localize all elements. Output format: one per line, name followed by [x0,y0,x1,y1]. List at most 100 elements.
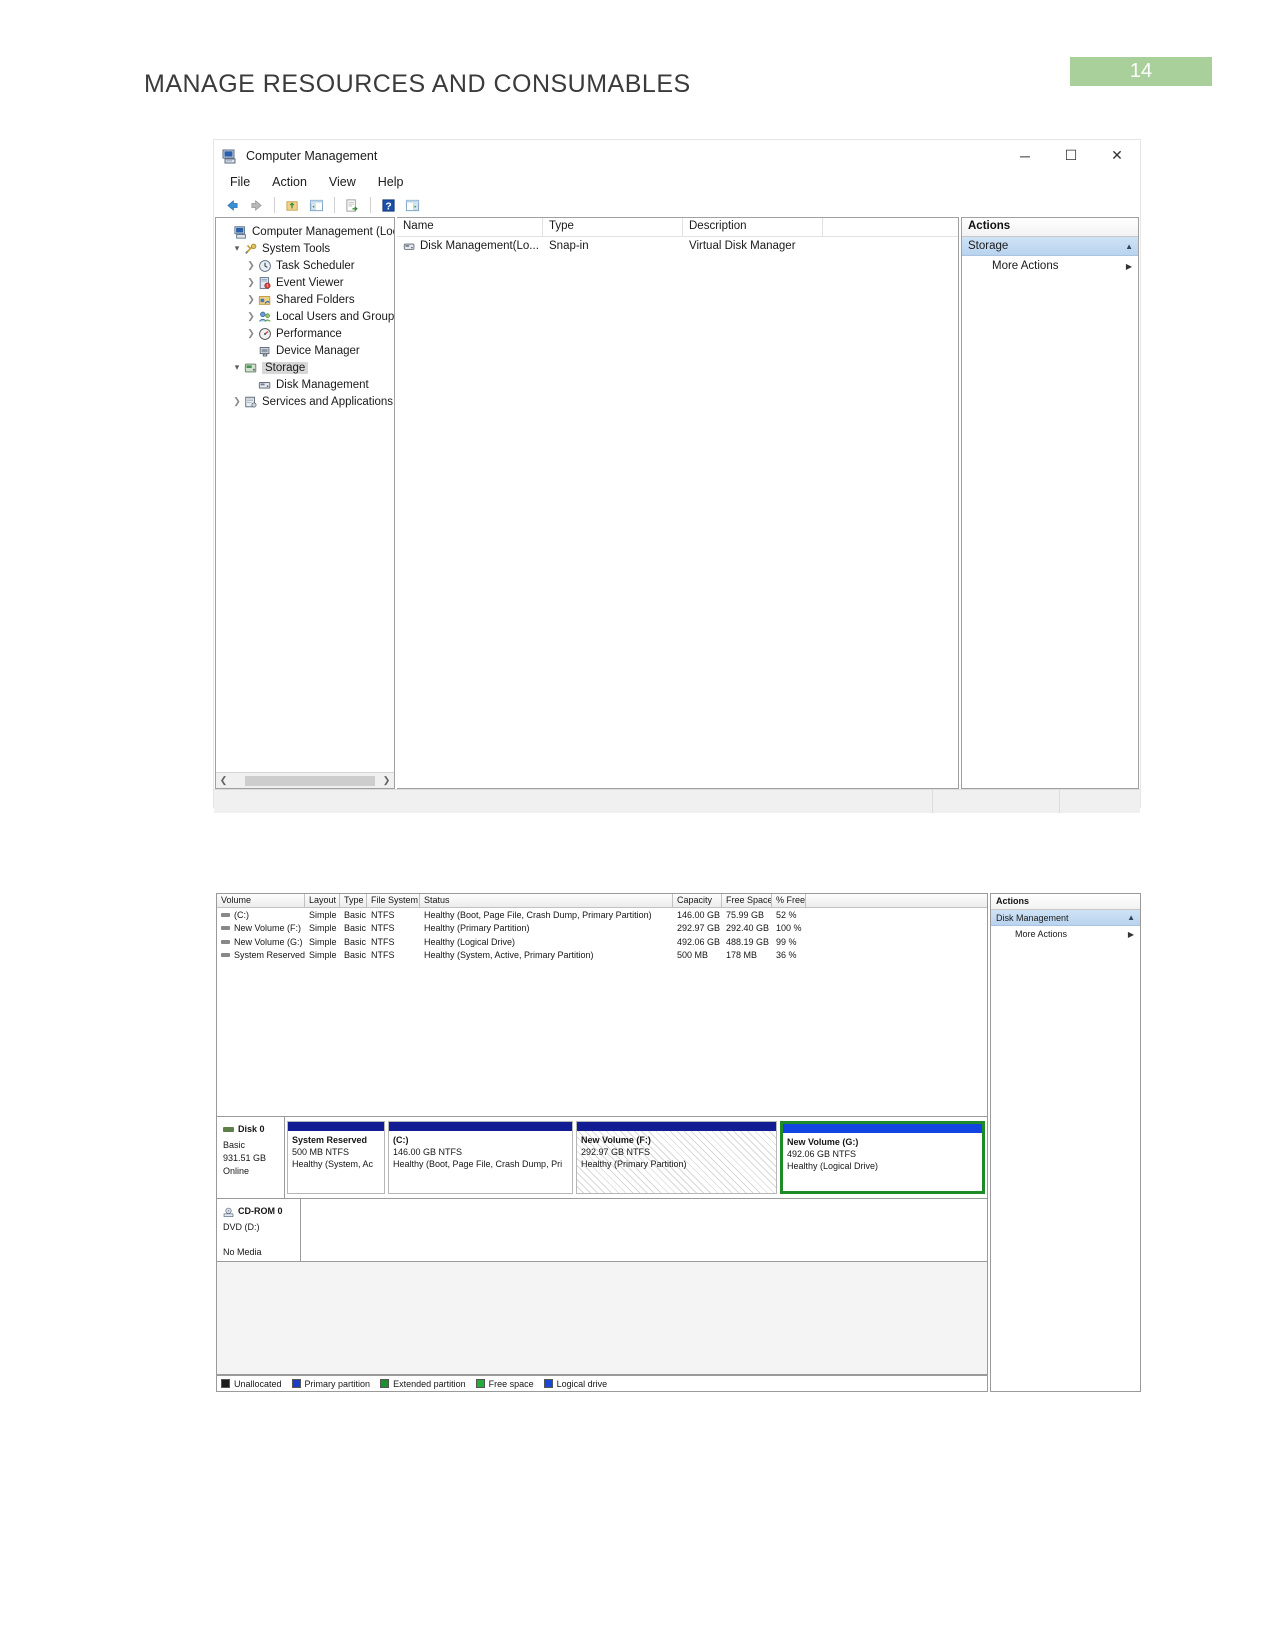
menu-item-help[interactable]: Help [378,175,404,189]
list-item[interactable]: Disk Management(Lo... Snap-in Virtual Di… [397,237,958,255]
list-item-name: Disk Management(Lo... [420,240,539,252]
chevron-right-icon[interactable]: ❯ [244,260,258,271]
actions-pane: Actions Storage ▲ More Actions ▶ [961,217,1139,789]
menu-bar: File Action View Help [214,171,1140,193]
tree-item-local-users-and-groups[interactable]: ❯ Local Users and Groups [220,308,394,325]
partition-c[interactable]: (C:) 146.00 GB NTFS Healthy (Boot, Page … [388,1121,573,1194]
tree-item-label: System Tools [262,242,331,255]
help-icon[interactable]: ? [378,195,399,215]
column-header-percent-free[interactable]: % Free [772,894,806,907]
tree-horizontal-scrollbar[interactable]: ❮ ❯ [216,772,394,788]
cell-status: Healthy (Boot, Page File, Crash Dump, Pr… [424,909,652,920]
partition-f[interactable]: New Volume (F:) 292.97 GB NTFS Healthy (… [576,1121,777,1194]
scroll-left-icon[interactable]: ❮ [216,775,231,786]
disk-info-disk0[interactable]: Disk 0 Basic 931.51 GB Online [217,1117,285,1198]
column-header-file-system[interactable]: File System [367,894,420,907]
disk-row-disk0[interactable]: Disk 0 Basic 931.51 GB Online System Res… [217,1117,987,1199]
chevron-down-icon[interactable]: ▾ [230,243,244,254]
tree-item-disk-management[interactable]: Disk Management [220,376,394,393]
column-header-type[interactable]: Type [543,218,683,237]
tree-item-computer-management[interactable]: Computer Management (Local [220,223,394,240]
window-body: Computer Management (Local ▾ System Tool… [214,217,1140,789]
storage-icon [244,361,258,375]
tree-item-label: Task Scheduler [276,259,355,272]
disk-type: Basic [223,1140,246,1150]
menu-item-view[interactable]: View [329,175,356,189]
disk-info-cdrom0[interactable]: CD-ROM 0 DVD (D:) No Media [217,1199,301,1261]
shared-folder-icon [258,293,272,307]
scroll-right-icon[interactable]: ❯ [379,775,394,786]
tree-item-label: Device Manager [276,344,360,357]
tree-item-task-scheduler[interactable]: ❯ Task Scheduler [220,257,394,274]
disk-management-actions-pane: Actions Disk Management ▲ More Actions ▶ [990,893,1141,1392]
cell-percent-free: 52 % [776,909,797,920]
export-list-icon[interactable] [342,195,363,215]
tree-item-system-tools[interactable]: ▾ System Tools [220,240,394,257]
tree-item-shared-folders[interactable]: ❯ Shared Folders [220,291,394,308]
volume-chip-icon [221,953,230,958]
actions-item-more-actions[interactable]: More Actions ▶ [962,256,1138,276]
column-header-free-space[interactable]: Free Space [722,894,772,907]
chevron-right-icon[interactable]: ❯ [244,311,258,322]
chevron-right-icon[interactable]: ❯ [244,277,258,288]
close-button[interactable]: ✕ [1094,141,1140,171]
disk-row-cdrom0[interactable]: CD-ROM 0 DVD (D:) No Media [217,1199,987,1262]
tree-item-event-viewer[interactable]: ❯ ! Event Viewer [220,274,394,291]
actions-item-more-actions[interactable]: More Actions ▶ [991,926,1140,942]
chevron-right-icon[interactable]: ▶ [1128,930,1140,939]
legend-label: Free space [488,1378,534,1389]
chevron-down-icon[interactable]: ▾ [230,362,244,373]
users-icon [258,310,272,324]
list-header-row: Name Type Description [397,218,958,237]
chevron-right-icon[interactable]: ❯ [230,396,244,407]
disk-name: Disk 0 [238,1124,265,1134]
tree-item-device-manager[interactable]: Device Manager [220,342,394,359]
chevron-right-icon[interactable]: ❯ [244,294,258,305]
legend-swatch [221,1379,230,1388]
column-header-capacity[interactable]: Capacity [673,894,722,907]
table-row[interactable]: New Volume (G:) Simple Basic NTFS Health… [217,935,987,949]
tree-item-label: Storage [262,361,309,374]
menu-item-file[interactable]: File [230,175,250,189]
chevron-up-icon[interactable]: ▲ [1125,242,1138,251]
legend-label: Primary partition [304,1378,371,1389]
partition-g[interactable]: New Volume (G:) 492.06 GB NTFS Healthy (… [780,1121,985,1194]
list-item-type: Snap-in [549,240,589,252]
minimize-button[interactable]: ─ [1002,141,1048,171]
partition-status: Healthy (Boot, Page File, Crash Dump, Pr… [393,1159,563,1169]
show-hide-tree-icon[interactable] [306,195,327,215]
cell-volume-text: New Volume (F:) [234,923,302,934]
column-header-volume[interactable]: Volume [217,894,305,907]
column-header-type[interactable]: Type [340,894,367,907]
back-arrow-icon[interactable] [222,195,243,215]
column-header-layout[interactable]: Layout [305,894,340,907]
forward-arrow-icon[interactable] [246,195,267,215]
scrollbar-thumb[interactable] [245,775,375,786]
show-action-pane-icon[interactable] [402,195,423,215]
menu-item-action[interactable]: Action [272,175,307,189]
column-header-status[interactable]: Status [420,894,673,907]
maximize-button[interactable]: ☐ [1048,141,1094,171]
chevron-up-icon[interactable]: ▲ [1127,913,1140,922]
tree-item-performance[interactable]: ❯ Performance [220,325,394,342]
cdrom-icon [223,1207,234,1217]
actions-section-storage[interactable]: Storage ▲ [962,237,1138,256]
table-row[interactable]: New Volume (F:) Simple Basic NTFS Health… [217,922,987,936]
scrollbar-track[interactable] [231,772,379,788]
result-list-pane: Name Type Description Disk Management(Lo… [397,217,959,789]
partition-system-reserved[interactable]: System Reserved 500 MB NTFS Healthy (Sys… [287,1121,385,1194]
partition-details: New Volume (F:) 292.97 GB NTFS Healthy (… [577,1131,776,1193]
chevron-right-icon[interactable]: ▶ [1126,262,1138,271]
actions-section-disk-management[interactable]: Disk Management ▲ [991,910,1140,926]
column-header-name[interactable]: Name [397,218,543,237]
table-row[interactable]: System Reserved Simple Basic NTFS Health… [217,949,987,963]
tree-item-services-and-applications[interactable]: ❯ Services and Applications [220,393,394,410]
tree-item-storage[interactable]: ▾ Storage [220,359,394,376]
partition-capacity-bar [577,1122,776,1131]
chevron-right-icon[interactable]: ❯ [244,328,258,339]
column-header-description[interactable]: Description [683,218,823,237]
cell-volume: New Volume (F:) [217,923,305,933]
table-row[interactable]: (C:) Simple Basic NTFS Healthy (Boot, Pa… [217,908,987,922]
up-folder-icon[interactable] [282,195,303,215]
disk-management-window: Volume Layout Type File System Status Ca… [216,893,1141,1392]
